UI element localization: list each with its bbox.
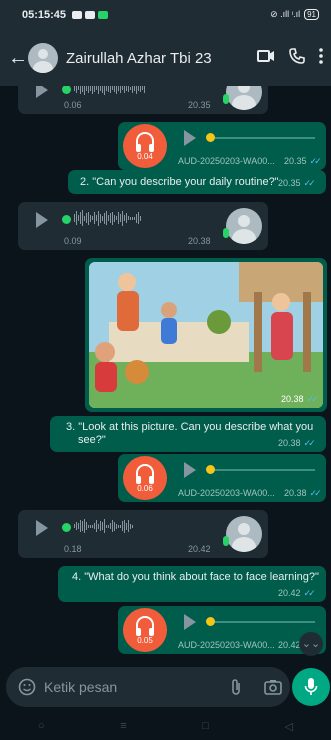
home-nav-icon[interactable]: □ <box>202 720 209 732</box>
waveform <box>74 86 145 98</box>
status-time: 05:15:45 <box>22 9 67 21</box>
message-time: 20.35 ✓✓ <box>278 178 316 188</box>
voice-message-incoming: 0.18 20.42 <box>18 510 268 558</box>
voice-message-incoming: 0.06 20.35 <box>18 86 268 114</box>
more-options-icon[interactable] <box>319 48 323 64</box>
message-text: 4. "What do you think about face to face… <box>72 571 319 583</box>
headphones-icon <box>136 132 154 152</box>
message-text: 2. "Can you describe your daily routine?… <box>80 176 279 188</box>
contact-avatar[interactable] <box>28 43 58 73</box>
scroll-to-bottom-button[interactable]: ⌄⌄ <box>299 632 323 656</box>
message-time: 20.35 ✓✓ <box>284 156 322 166</box>
play-icon[interactable] <box>36 86 48 98</box>
picture-illustration <box>89 262 323 408</box>
message-time: 20.38 ✓✓ <box>284 488 322 498</box>
headphones-icon <box>136 464 154 484</box>
waveform <box>74 516 133 536</box>
message-time: 20.42 <box>188 544 211 554</box>
play-icon[interactable] <box>184 614 196 630</box>
audio-filename: AUD-20250203-WA00... <box>178 488 275 498</box>
voice-duration: 0.06 <box>64 100 82 110</box>
message-text-line2: see?" <box>78 434 106 446</box>
progress-track[interactable] <box>215 469 315 471</box>
play-icon[interactable] <box>36 212 48 228</box>
message-time: 20.42✓✓ <box>278 588 316 598</box>
mic-icon <box>304 678 318 695</box>
battery-icon: 91 <box>304 9 319 20</box>
text-message-outgoing: 2. "Can you describe your daily routine?… <box>68 170 326 194</box>
shared-image[interactable]: 20.38 ✓✓ <box>89 262 323 408</box>
headphones-icon <box>136 616 154 636</box>
back-arrow-icon[interactable]: ← <box>8 47 28 70</box>
signal-icon: ⊘ .ıll ᶦ.ıl <box>270 9 301 19</box>
progress-dot[interactable] <box>62 523 71 532</box>
progress-dot[interactable] <box>206 133 215 142</box>
emoji-icon[interactable] <box>18 678 36 696</box>
header-actions <box>257 48 323 64</box>
audio-file-badge: 0.05 <box>123 608 167 652</box>
progress-track[interactable] <box>215 137 315 139</box>
message-time: 20.38 ✓✓ <box>281 394 319 404</box>
progress-dot[interactable] <box>206 465 215 474</box>
image-message-outgoing: 20.38 ✓✓ <box>85 258 327 412</box>
phone-icon[interactable] <box>289 48 305 64</box>
mic-badge-icon <box>223 94 229 104</box>
voice-duration: 0.09 <box>64 236 82 246</box>
message-time: 20.35 <box>188 100 211 110</box>
audio-message-outgoing: 0.05 AUD-20250203-WA00... 20.42✓✓ <box>118 606 326 654</box>
audio-duration: 0.05 <box>137 636 153 645</box>
camera-icon[interactable] <box>264 679 282 695</box>
chat-area: 0.06 20.35 0.04 AUD-20250203-WA00... 20.… <box>0 86 331 664</box>
text-message-outgoing: 4. "What do you think about face to face… <box>58 566 326 602</box>
progress-track[interactable] <box>215 621 315 623</box>
mic-badge-icon <box>223 228 229 238</box>
progress-dot[interactable] <box>62 215 71 224</box>
audio-file-badge: 0.06 <box>123 456 167 500</box>
sender-avatar <box>226 86 262 110</box>
back-nav-icon[interactable]: ◁ <box>285 720 293 733</box>
voice-duration: 0.18 <box>64 544 82 554</box>
audio-duration: 0.06 <box>137 484 153 493</box>
voice-record-button[interactable] <box>292 668 330 706</box>
message-text-line1: 3. "Look at this picture. Can you descri… <box>66 421 314 433</box>
contact-name[interactable]: Zairullah Azhar Tbi 23 <box>66 50 212 67</box>
voice-message-incoming: 0.09 20.38 <box>18 202 268 250</box>
sender-avatar <box>226 208 262 244</box>
audio-file-badge: 0.04 <box>123 124 167 168</box>
message-time: 20.38 <box>188 236 211 246</box>
status-right: ⊘ .ıll ᶦ.ıl 91 <box>270 9 319 20</box>
recents-nav-icon[interactable]: ≡ <box>120 720 126 732</box>
audio-filename: AUD-20250203-WA00... <box>178 156 275 166</box>
play-icon[interactable] <box>184 130 196 146</box>
audio-message-outgoing: 0.04 AUD-20250203-WA00... 20.35 ✓✓ <box>118 122 326 170</box>
attach-icon[interactable] <box>230 678 242 696</box>
video-call-icon[interactable] <box>257 49 275 63</box>
status-bar: 05:15:45 ⊘ .ıll ᶦ.ıl 91 <box>0 0 331 30</box>
mic-badge-icon <box>223 536 229 546</box>
audio-duration: 0.04 <box>137 152 153 161</box>
chat-header: ← Zairullah Azhar Tbi 23 <box>0 30 331 86</box>
message-input[interactable]: Ketik pesan <box>44 679 117 695</box>
play-icon[interactable] <box>184 462 196 478</box>
progress-dot[interactable] <box>206 617 215 626</box>
message-input-bar: Ketik pesan <box>6 667 290 707</box>
message-time: 20.38 ✓✓ <box>278 438 316 448</box>
progress-dot[interactable] <box>62 86 71 94</box>
audio-message-outgoing: 0.06 AUD-20250203-WA00... 20.38 ✓✓ <box>118 454 326 502</box>
system-nav-bar: ○ ≡ □ ◁ <box>0 712 331 740</box>
waveform <box>74 208 141 228</box>
play-icon[interactable] <box>36 520 48 536</box>
notification-icons <box>72 11 109 19</box>
text-message-outgoing: 3. "Look at this picture. Can you descri… <box>50 416 326 452</box>
sender-avatar <box>226 516 262 552</box>
assistant-nav-icon[interactable]: ○ <box>38 720 45 732</box>
audio-filename: AUD-20250203-WA00... <box>178 640 275 650</box>
